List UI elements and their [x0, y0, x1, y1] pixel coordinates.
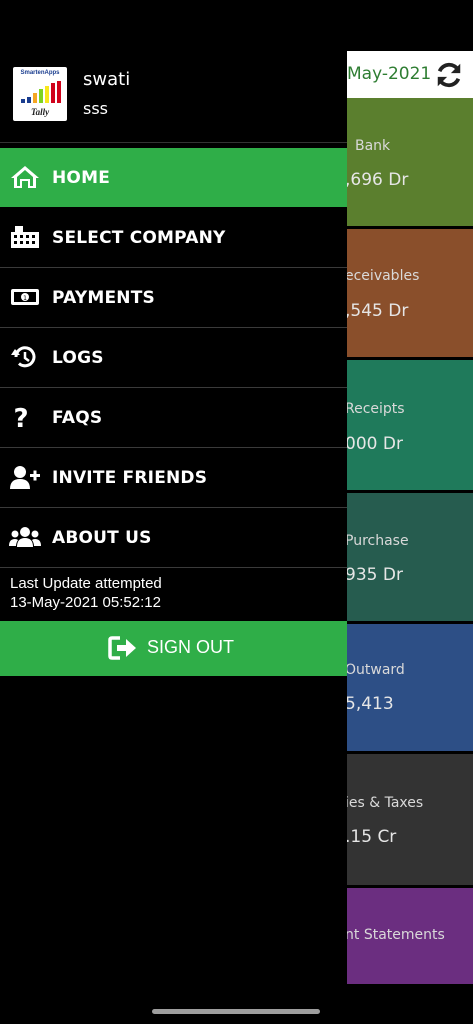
- dashboard-tile-duties-taxes[interactable]: ies & Taxes .15 Cr: [345, 754, 473, 885]
- date-label: May-2021: [347, 64, 432, 84]
- dashboard-tile-receipts[interactable]: Receipts 000 Dr: [345, 360, 473, 490]
- bar-chart-logo-icon: [21, 81, 61, 103]
- tile-value: 935 Dr: [345, 565, 403, 585]
- menu-label: ABOUT US: [52, 528, 152, 548]
- drawer-profile-header: SmartenApps Tally swati sss: [0, 52, 347, 142]
- menu-item-logs[interactable]: LOGS: [0, 328, 347, 388]
- menu-label: PAYMENTS: [52, 288, 155, 308]
- logo-text: SmartenApps: [20, 70, 60, 76]
- tile-label: Outward: [345, 662, 405, 678]
- tile-value: ,696 Dr: [345, 170, 409, 190]
- tile-label: ies & Taxes: [345, 795, 424, 811]
- sign-out-label: SIGN OUT: [147, 637, 235, 657]
- tile-value: .15 Cr: [345, 827, 397, 847]
- user-plus-icon: [10, 466, 40, 489]
- dashboard-tile-outward[interactable]: Outward 5,413: [345, 624, 473, 751]
- app-logo: SmartenApps Tally: [13, 67, 67, 121]
- menu-label: HOME: [52, 168, 111, 188]
- building-icon: [11, 226, 39, 248]
- tile-label: Receipts: [345, 401, 405, 417]
- menu-item-invite-friends[interactable]: INVITE FRIENDS: [0, 448, 347, 508]
- question-icon: ?: [13, 404, 28, 430]
- last-update-timestamp: 13-May-2021 05:52:12: [10, 594, 161, 611]
- dashboard-tile-receivables[interactable]: eceivables ,545 Dr: [345, 229, 473, 357]
- tile-value: 000 Dr: [345, 434, 403, 454]
- user-name: swati: [83, 69, 131, 90]
- divider: [0, 142, 347, 143]
- sync-icon[interactable]: [434, 60, 464, 90]
- svg-text:1: 1: [23, 295, 27, 302]
- tile-label: eceivables: [345, 268, 420, 284]
- menu-item-select-company[interactable]: SELECT COMPANY: [0, 208, 347, 268]
- menu-label: INVITE FRIENDS: [52, 468, 208, 488]
- menu-item-home[interactable]: HOME: [0, 148, 347, 207]
- menu-label: LOGS: [52, 348, 104, 368]
- logo-subtext: Tally: [31, 107, 50, 117]
- home-icon: [11, 166, 39, 188]
- menu-item-payments[interactable]: 1 PAYMENTS: [0, 268, 347, 328]
- history-icon: [11, 346, 36, 368]
- users-icon: [9, 527, 41, 547]
- last-update-label: Last Update attempted: [10, 575, 162, 592]
- user-company: sss: [83, 99, 109, 118]
- tile-label: Bank: [355, 138, 391, 154]
- menu-label: FAQS: [52, 408, 103, 428]
- dashboard-tile-statements[interactable]: nt Statements: [345, 888, 473, 984]
- tile-label: Purchase: [345, 533, 409, 549]
- money-bill-icon: 1: [11, 289, 39, 305]
- menu-item-faqs[interactable]: ? FAQS: [0, 388, 347, 448]
- tile-value: 5,413: [345, 694, 394, 714]
- tile-value: ,545 Dr: [345, 301, 409, 321]
- dashboard-tile-bank[interactable]: Bank ,696 Dr: [345, 98, 473, 226]
- menu-label: SELECT COMPANY: [52, 228, 226, 248]
- svg-text:?: ?: [13, 404, 28, 430]
- sign-out-icon: [108, 636, 136, 660]
- menu-item-about-us[interactable]: ABOUT US: [0, 508, 347, 568]
- dashboard-tile-purchase[interactable]: Purchase 935 Dr: [345, 493, 473, 621]
- last-update-status: Last Update attempted 13-May-2021 05:52:…: [10, 574, 162, 612]
- navigation-drawer: SmartenApps Tally swati sss HOME SELECT …: [0, 0, 347, 1024]
- gesture-home-indicator[interactable]: [152, 1009, 320, 1014]
- sign-out-button[interactable]: SIGN OUT: [0, 621, 347, 676]
- tile-label: nt Statements: [345, 927, 445, 943]
- drawer-menu: HOME SELECT COMPANY 1 PAYMENTS LOGS ? FA…: [0, 148, 347, 568]
